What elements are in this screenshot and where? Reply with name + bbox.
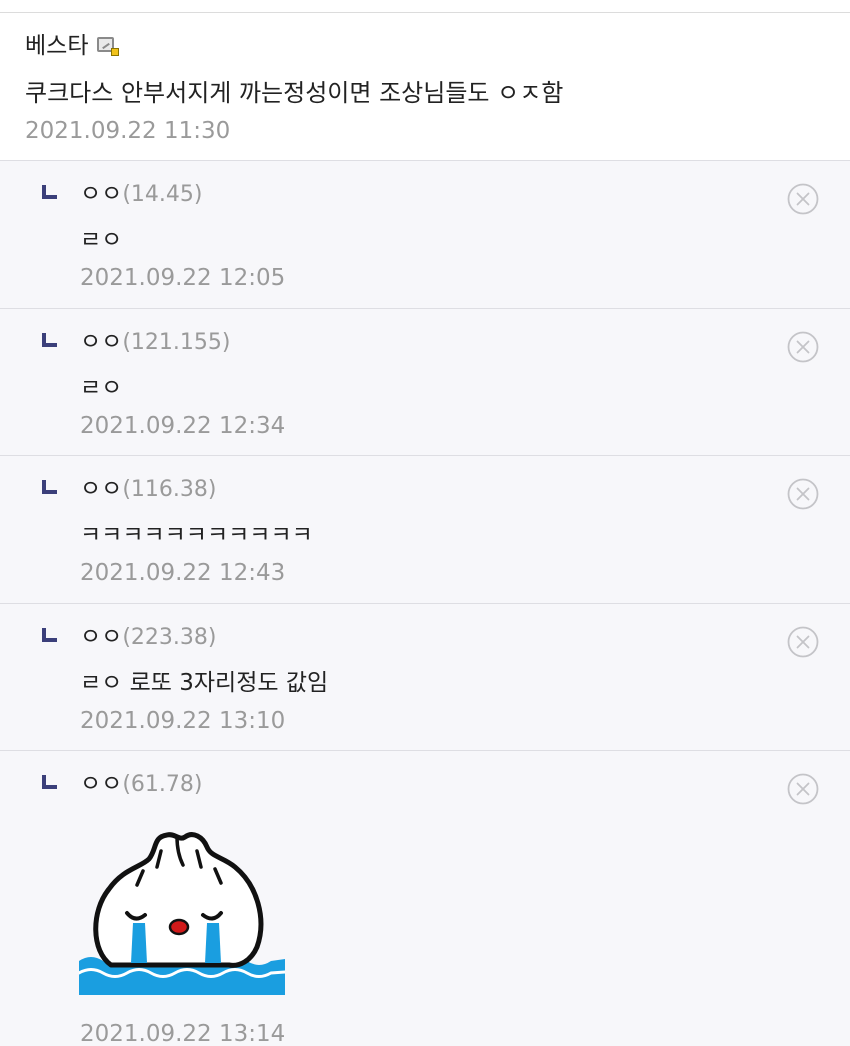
delete-circle-x-icon[interactable] — [787, 626, 819, 658]
comment-author: 베스타 — [25, 31, 120, 61]
reply-ip: (61.78) — [122, 772, 203, 797]
reply-nickname: ㅇㅇ — [80, 476, 123, 502]
reply-date: 2021.09.22 12:34 — [80, 413, 286, 439]
reply-item: ㅇㅇ(14.45) ㄹㅇ 2021.09.22 12:05 — [0, 160, 850, 308]
reply-date: 2021.09.22 12:43 — [80, 560, 286, 586]
reply-item: ㅇㅇ(121.155) ㄹㅇ 2021.09.22 12:34 — [0, 308, 850, 455]
author-nickname[interactable]: 베스타 — [25, 31, 88, 61]
reply-item: ㅇㅇ(61.78) 2021.09.22 13:14 — [0, 750, 850, 1046]
reply-date: 2021.09.22 13:14 — [80, 1021, 286, 1046]
comment-text: 쿠크다스 안부서지게 까는정성이면 조상님들도 ㅇㅈ함 — [25, 79, 564, 107]
reply-arrow-icon — [42, 628, 57, 642]
reply-nickname: ㅇㅇ — [80, 771, 123, 797]
crying-dumpling-sticker[interactable] — [77, 823, 287, 1003]
reply-text: ㄹㅇ — [80, 227, 123, 253]
main-comment: 베스타 쿠크다스 안부서지게 까는정성이면 조상님들도 ㅇㅈ함 2021.09.… — [0, 13, 850, 159]
reply-ip: (121.155) — [122, 330, 231, 355]
reply-ip: (223.38) — [122, 625, 217, 650]
reply-author[interactable]: ㅇㅇ(223.38) — [80, 622, 216, 653]
reply-author[interactable]: ㅇㅇ(61.78) — [80, 769, 202, 800]
reply-text: ㄹㅇ 로또 3자리정도 값임 — [80, 670, 329, 696]
gallog-icon-badge — [111, 48, 120, 56]
reply-date: 2021.09.22 12:05 — [80, 265, 286, 291]
reply-author[interactable]: ㅇㅇ(116.38) — [80, 474, 216, 505]
reply-arrow-icon — [42, 775, 57, 789]
delete-circle-x-icon[interactable] — [787, 773, 819, 805]
reply-ip: (116.38) — [122, 477, 217, 502]
reply-author[interactable]: ㅇㅇ(121.155) — [80, 327, 230, 358]
reply-nickname: ㅇㅇ — [80, 181, 123, 207]
reply-item: ㅇㅇ(223.38) ㄹㅇ 로또 3자리정도 값임 2021.09.22 13:… — [0, 603, 850, 750]
delete-circle-x-icon[interactable] — [787, 183, 819, 215]
reply-ip: (14.45) — [122, 182, 203, 207]
reply-arrow-icon — [42, 185, 57, 199]
reply-author[interactable]: ㅇㅇ(14.45) — [80, 179, 202, 210]
reply-arrow-icon — [42, 333, 57, 347]
reply-text: ㅋㅋㅋㅋㅋㅋㅋㅋㅋㅋㅋ — [80, 522, 313, 548]
comment-date: 2021.09.22 11:30 — [25, 118, 231, 144]
comment-thread: 베스타 쿠크다스 안부서지게 까는정성이면 조상님들도 ㅇㅈ함 2021.09.… — [0, 0, 850, 1046]
reply-date: 2021.09.22 13:10 — [80, 708, 286, 734]
delete-circle-x-icon[interactable] — [787, 331, 819, 363]
reply-nickname: ㅇㅇ — [80, 624, 123, 650]
reply-item: ㅇㅇ(116.38) ㅋㅋㅋㅋㅋㅋㅋㅋㅋㅋㅋ 2021.09.22 12:43 — [0, 455, 850, 603]
reply-arrow-icon — [42, 480, 57, 494]
reply-nickname: ㅇㅇ — [80, 329, 123, 355]
gallog-icon[interactable] — [97, 36, 120, 56]
reply-text: ㄹㅇ — [80, 375, 123, 401]
delete-circle-x-icon[interactable] — [787, 478, 819, 510]
